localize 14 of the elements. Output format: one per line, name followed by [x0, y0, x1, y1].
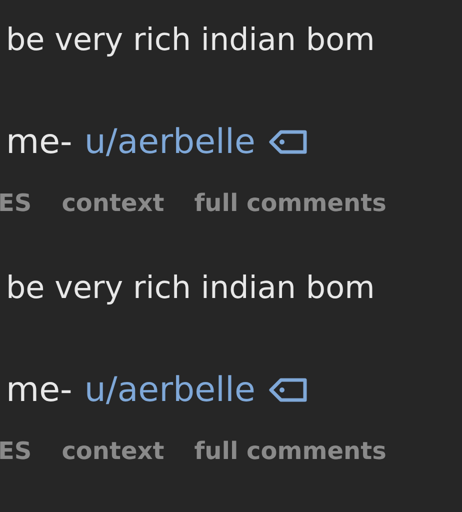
action-link[interactable]: ES	[0, 188, 32, 218]
tag-icon[interactable]	[267, 129, 310, 155]
byline-text: me-	[6, 121, 72, 164]
action-link[interactable]: context	[62, 188, 164, 218]
tag-icon[interactable]	[267, 377, 310, 403]
action-link[interactable]: ES	[0, 436, 32, 466]
action-link[interactable]: full comments	[194, 436, 386, 466]
action-link[interactable]: context	[62, 436, 164, 466]
username-link[interactable]: u/aerbelle	[84, 120, 256, 164]
action-link[interactable]: full comments	[194, 188, 386, 218]
byline-text: me-	[6, 369, 72, 412]
username-link[interactable]: u/aerbelle	[84, 368, 256, 412]
comment-text: be very rich indian bom	[6, 269, 376, 308]
comment-text: be very rich indian bom	[6, 21, 376, 60]
